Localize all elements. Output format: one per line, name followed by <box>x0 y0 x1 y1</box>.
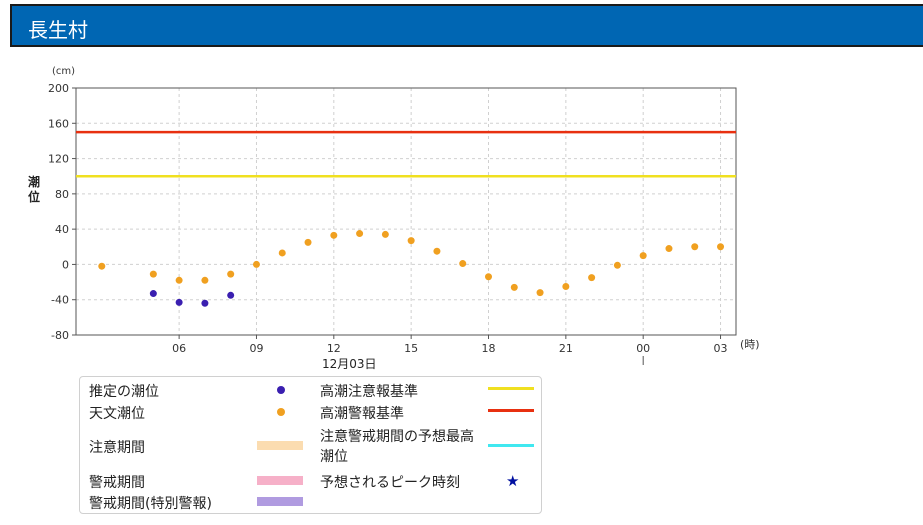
data-point <box>330 231 338 239</box>
page-title: 長生村 <box>28 18 88 42</box>
y-axis-label: 位 <box>28 189 40 204</box>
legend-label-warning-criteria: 高潮警報基準 <box>320 406 404 422</box>
data-point <box>278 249 286 257</box>
tide-chart: -80 -40 0 40 80 120 160 200 06 09 12 15 18 21 00 03 12月0… <box>28 66 760 370</box>
y-tick-label: 160 <box>48 117 69 130</box>
data-point <box>459 260 467 268</box>
data-point <box>201 299 209 307</box>
x-unit-label: (時) <box>740 338 760 351</box>
data-point <box>381 230 389 238</box>
data-point <box>691 243 699 251</box>
y-tick-label: 40 <box>55 223 69 236</box>
data-point <box>252 260 260 268</box>
y-tick-label: 80 <box>55 188 69 201</box>
chart-legend: 推定の潮位 天文潮位 注意期間 警戒期間 警戒期間(特別警報) 高潮注意報基準 … <box>79 376 542 514</box>
legend-label-advisory-period: 注意期間 <box>89 440 145 456</box>
x-tick-label: 03 <box>714 342 728 355</box>
x-tick-label: 18 <box>482 342 496 355</box>
legend-line-forecast-max <box>488 444 534 447</box>
data-point <box>536 289 544 297</box>
legend-line-warning-criteria <box>488 409 534 412</box>
data-point <box>562 282 570 290</box>
data-point <box>149 290 157 298</box>
data-point <box>201 276 209 284</box>
data-point <box>588 274 596 282</box>
data-point <box>175 276 183 284</box>
data-point <box>227 270 235 278</box>
legend-swatch-advisory-period <box>257 441 303 450</box>
legend-label-astronomical: 天文潮位 <box>89 406 145 422</box>
data-point <box>304 238 312 246</box>
y-axis-label: 潮 <box>28 174 40 189</box>
legend-label-advisory-criteria: 高潮注意報基準 <box>320 384 418 400</box>
date-label: 12月03日 <box>322 357 377 370</box>
x-tick-label: 12 <box>327 342 341 355</box>
y-unit-label: (cm) <box>52 66 75 77</box>
data-point <box>149 270 157 278</box>
data-point <box>510 283 518 291</box>
legend-label-special-warning-period: 警戒期間(特別警報) <box>89 496 212 512</box>
y-tick-label: -40 <box>51 294 69 307</box>
y-tick-label: -80 <box>51 329 69 342</box>
legend-label-estimated: 推定の潮位 <box>89 384 159 400</box>
data-point <box>613 261 621 269</box>
legend-label-peak-time: 予想されるピーク時刻 <box>320 475 460 491</box>
data-point <box>227 291 235 299</box>
x-tick-label: 21 <box>559 342 573 355</box>
data-point <box>175 298 183 306</box>
data-point <box>639 252 647 260</box>
y-tick-label: 120 <box>48 153 69 166</box>
y-tick-label: 200 <box>48 82 69 95</box>
star-icon: ★ <box>506 472 520 490</box>
data-point <box>98 262 106 270</box>
x-tick-label: 09 <box>249 342 263 355</box>
y-tick-label: 0 <box>62 258 69 271</box>
legend-swatch-special-warning-period <box>257 497 303 506</box>
x-tick-label: 15 <box>404 342 418 355</box>
legend-label-forecast-max: 注意警戒期間の予想最高潮位 <box>320 429 474 465</box>
legend-line-advisory-criteria <box>488 387 534 390</box>
data-point <box>407 237 415 245</box>
data-point <box>356 230 364 238</box>
data-point <box>717 243 725 251</box>
plot-frame <box>75 87 737 336</box>
x-tick-label: 00 <box>636 342 650 355</box>
legend-marker-estimated <box>277 386 285 394</box>
header-bar: 長生村 <box>10 4 923 47</box>
legend-label-warning-period: 警戒期間 <box>89 475 145 491</box>
data-point <box>433 247 441 255</box>
x-tick-label: 06 <box>172 342 186 355</box>
data-point <box>665 245 673 253</box>
data-point <box>485 273 492 281</box>
legend-marker-astronomical <box>277 408 285 416</box>
legend-swatch-warning-period <box>257 476 303 485</box>
